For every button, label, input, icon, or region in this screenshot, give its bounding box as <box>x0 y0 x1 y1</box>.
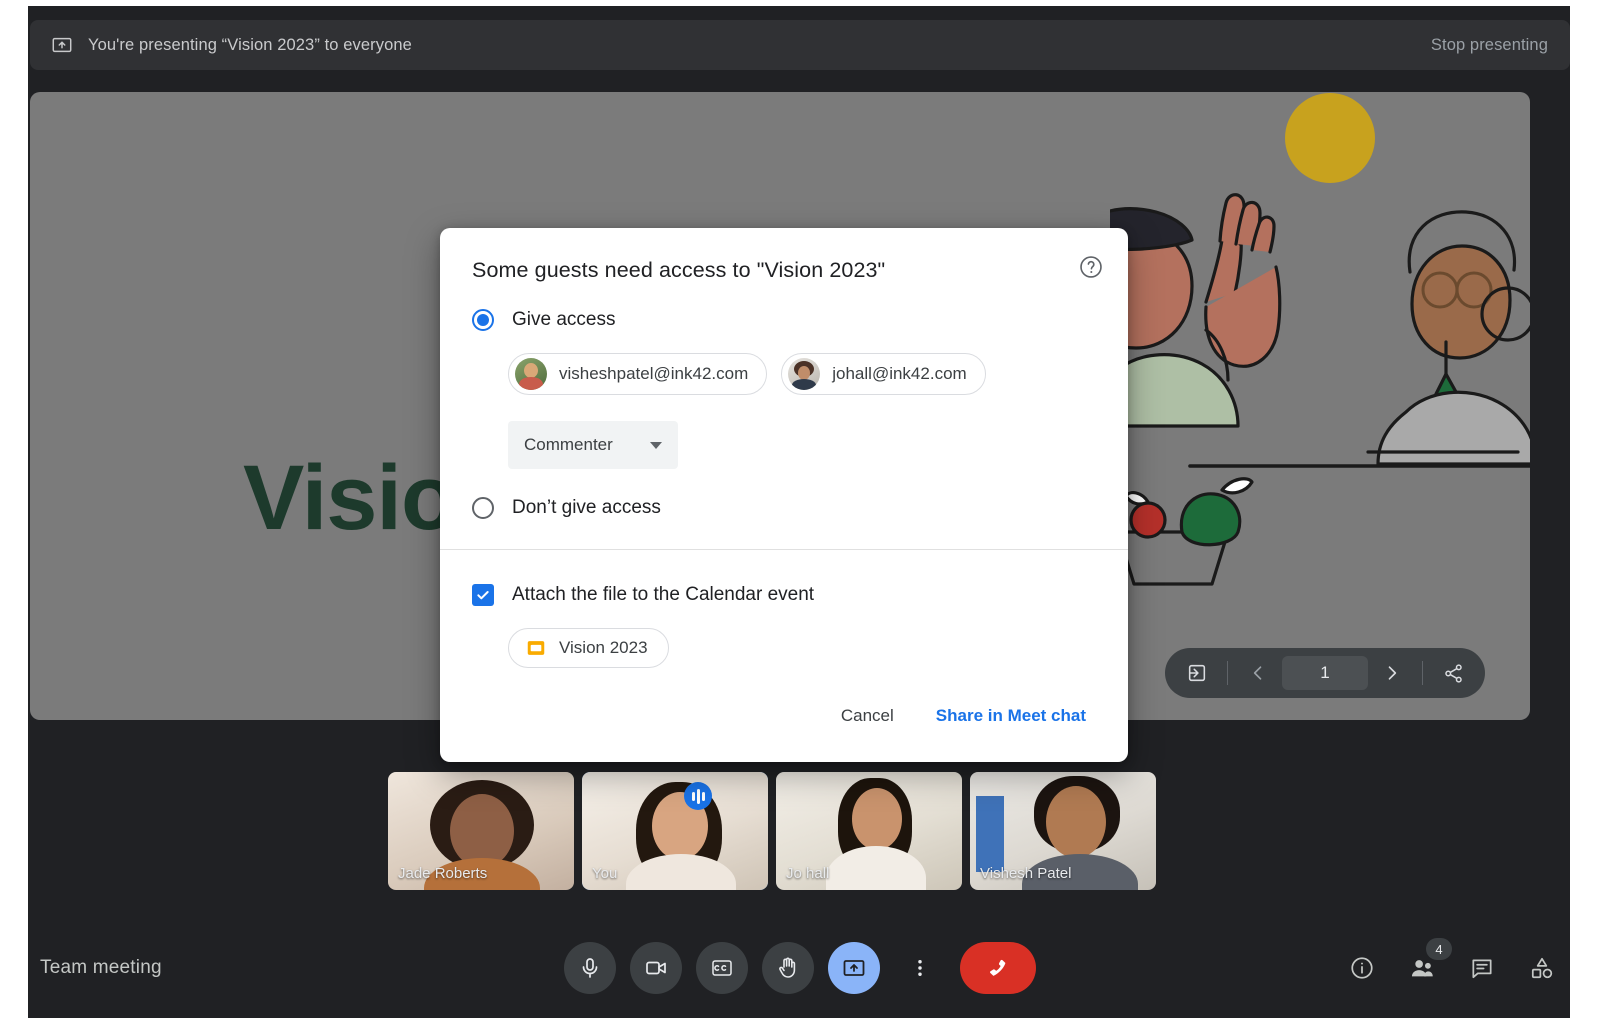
page-margin-top <box>0 0 1600 6</box>
option-give-access[interactable]: Give access <box>472 309 1096 331</box>
avatar <box>515 358 547 390</box>
activities-button[interactable] <box>1526 952 1558 984</box>
attach-file-checkbox-row[interactable]: Attach the file to the Calendar event <box>472 584 1096 606</box>
radio-give-access[interactable] <box>472 309 494 331</box>
cancel-button[interactable]: Cancel <box>823 696 912 736</box>
attached-file-chip[interactable]: Vision 2023 <box>508 628 669 668</box>
primary-controls <box>564 942 1036 994</box>
participant-name: You <box>592 865 618 882</box>
attach-file-checkbox[interactable] <box>472 584 494 606</box>
more-options-button[interactable] <box>894 942 946 994</box>
option-label: Don’t give access <box>512 497 661 518</box>
page-margin-bottom <box>0 1018 1600 1022</box>
captions-button[interactable] <box>696 942 748 994</box>
guest-chip-list: visheshpatel@ink42.com johall@ink42.com <box>508 353 1096 395</box>
radio-dont-give-access[interactable] <box>472 497 494 519</box>
participant-tile[interactable]: Vishesh Patel <box>970 772 1156 890</box>
divider <box>1227 661 1228 685</box>
microphone-button[interactable] <box>564 942 616 994</box>
leave-call-button[interactable] <box>960 942 1036 994</box>
present-screen-icon <box>50 33 74 57</box>
chat-button[interactable] <box>1466 952 1498 984</box>
option-label: Give access <box>512 309 616 330</box>
raise-hand-button[interactable] <box>762 942 814 994</box>
page-margin-left <box>0 0 28 1022</box>
participant-name: Jade Roberts <box>398 865 488 882</box>
guest-chip[interactable]: visheshpatel@ink42.com <box>508 353 768 395</box>
speaking-indicator-icon <box>684 782 712 810</box>
slide-illustration <box>1110 93 1530 586</box>
presenting-message: You're presenting “Vision 2023” to every… <box>88 35 412 54</box>
slide-navigation-bar[interactable]: 1 <box>1165 648 1485 698</box>
participant-name: Jo hall <box>786 865 830 882</box>
divider <box>440 549 1128 550</box>
present-now-button[interactable] <box>828 942 880 994</box>
attached-file-name: Vision 2023 <box>559 638 648 657</box>
participant-tile[interactable]: Jade Roberts <box>388 772 574 890</box>
share-in-meet-chat-button[interactable]: Share in Meet chat <box>926 696 1096 736</box>
camera-button[interactable] <box>630 942 682 994</box>
option-dont-give-access[interactable]: Don’t give access <box>472 497 1096 519</box>
meeting-controls-bar: Team meeting 4 <box>30 918 1570 1018</box>
participant-tile[interactable]: Jo hall <box>776 772 962 890</box>
people-button[interactable]: 4 <box>1406 938 1452 984</box>
next-slide-button[interactable] <box>1370 651 1414 695</box>
role-select-value: Commenter <box>524 435 613 454</box>
previous-slide-button[interactable] <box>1236 651 1280 695</box>
guest-email: visheshpatel@ink42.com <box>559 364 749 383</box>
enter-fullscreen-icon[interactable] <box>1175 651 1219 695</box>
participant-filmstrip: Jade Roberts You Jo hall Vishesh Patel <box>388 772 1156 890</box>
meeting-name-label: Team meeting <box>40 957 162 978</box>
role-select[interactable]: Commenter <box>508 421 678 469</box>
help-circle-icon[interactable] <box>1078 254 1104 280</box>
dialog-title: Some guests need access to "Vision 2023" <box>472 258 886 282</box>
slide-page-number[interactable]: 1 <box>1282 656 1368 690</box>
participant-tile[interactable]: You <box>582 772 768 890</box>
meet-window: You're presenting “Vision 2023” to every… <box>0 0 1600 1022</box>
stop-presenting-button[interactable]: Stop presenting <box>1431 36 1548 55</box>
chevron-down-icon <box>650 441 662 449</box>
avatar <box>788 358 821 390</box>
attach-file-label: Attach the file to the Calendar event <box>512 584 815 605</box>
people-count-badge: 4 <box>1426 938 1452 960</box>
presenting-banner: You're presenting “Vision 2023” to every… <box>30 20 1570 70</box>
participant-name: Vishesh Patel <box>980 865 1072 882</box>
slide-title-text: Visio <box>243 447 457 549</box>
meeting-details-button[interactable] <box>1346 952 1378 984</box>
divider <box>1422 661 1423 685</box>
secondary-controls: 4 <box>1346 938 1558 984</box>
share-icon[interactable] <box>1431 651 1475 695</box>
google-slides-icon <box>525 637 547 659</box>
guest-chip[interactable]: johall@ink42.com <box>781 353 986 395</box>
dialog-actions: Cancel Share in Meet chat <box>472 668 1096 762</box>
guest-access-dialog: Some guests need access to "Vision 2023"… <box>440 228 1128 762</box>
guest-email: johall@ink42.com <box>832 364 967 383</box>
page-margin-right <box>1570 0 1600 1022</box>
